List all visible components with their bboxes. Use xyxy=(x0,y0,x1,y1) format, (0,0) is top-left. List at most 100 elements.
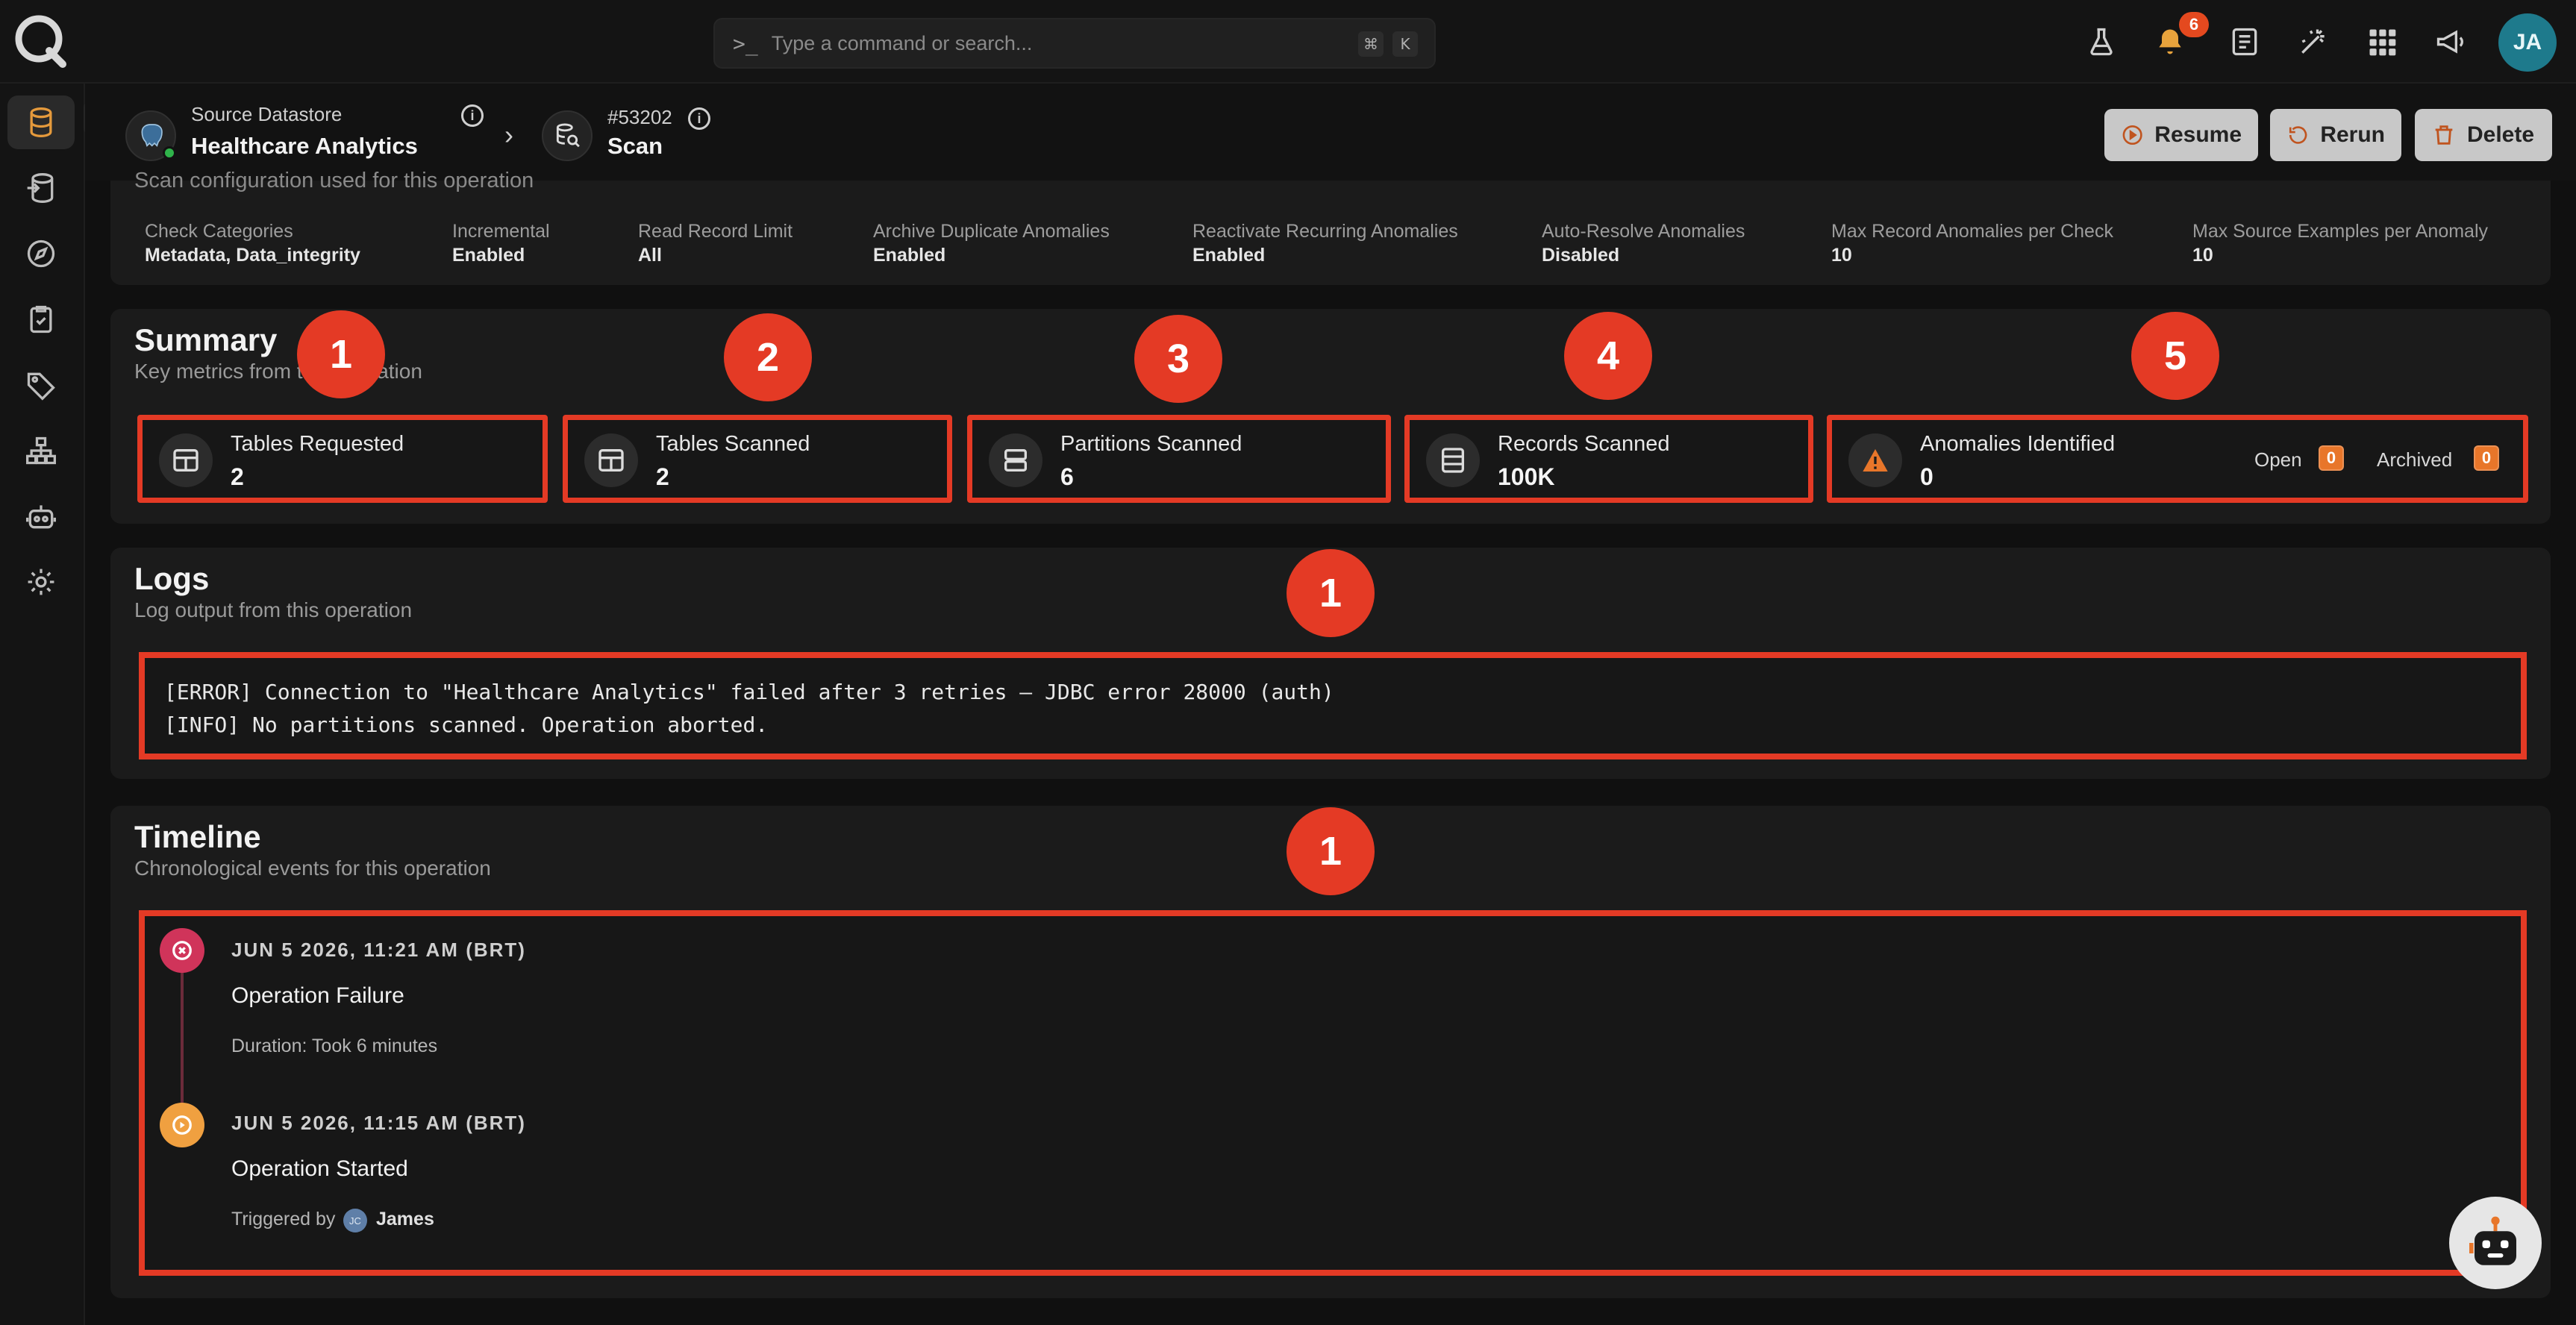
megaphone-icon[interactable] xyxy=(2434,25,2467,58)
sidebar-item-explore[interactable] xyxy=(7,227,75,281)
breadcrumb-chevron-icon: › xyxy=(504,119,513,150)
timeline-event-date: JUN 5 2026, 11:21 AM (BRT) xyxy=(231,939,526,961)
scan-config-panel: Scan configuration used for this operati… xyxy=(110,169,2551,285)
timeline-events xyxy=(139,910,2527,1276)
table-icon xyxy=(159,433,213,487)
flask-icon[interactable] xyxy=(2085,25,2118,58)
log-line: [INFO] No partitions scanned. Operation … xyxy=(164,712,769,737)
logs-title: Logs xyxy=(134,561,210,596)
assistant-bot-button[interactable] xyxy=(2449,1197,2542,1289)
app-logo-icon[interactable] xyxy=(10,10,70,70)
metric-tables-scanned: Tables Scanned 2 xyxy=(563,415,952,503)
rerun-button[interactable]: Rerun xyxy=(2270,109,2401,161)
sidebar xyxy=(0,84,85,1325)
metric-label: Records Scanned xyxy=(1498,432,1670,456)
timeline-event-title: Operation Failure xyxy=(231,983,404,1008)
document-icon[interactable] xyxy=(2228,25,2261,58)
scan-config-caption: Scan configuration used for this operati… xyxy=(134,169,534,192)
metric-value: 100K xyxy=(1498,463,1555,490)
compass-icon xyxy=(27,239,55,268)
annotation-marker: 1 xyxy=(297,310,385,398)
delete-button[interactable]: Delete xyxy=(2415,109,2552,161)
apps-grid-icon[interactable] xyxy=(2366,25,2398,58)
annotation-marker: 1 xyxy=(1287,807,1375,895)
metric-value: 6 xyxy=(1060,463,1074,490)
annotation-marker: 3 xyxy=(1134,315,1222,403)
user-avatar-small: JC xyxy=(343,1209,367,1232)
metric-label: Tables Requested xyxy=(231,432,404,456)
annotation-marker: 2 xyxy=(724,313,812,401)
operation-type: Scan xyxy=(607,133,663,159)
metric-value: 0 xyxy=(1920,463,1933,490)
scan-operation-icon xyxy=(542,110,593,161)
sidebar-item-hierarchy[interactable] xyxy=(7,424,75,477)
failure-icon xyxy=(160,928,204,973)
timeline-subtitle: Chronological events for this operation xyxy=(134,856,491,880)
user-avatar[interactable]: JA xyxy=(2498,13,2557,72)
datastore-name-link[interactable]: Healthcare Analytics xyxy=(191,133,418,160)
notification-badge: 6 xyxy=(2179,12,2209,37)
sidebar-item-settings[interactable] xyxy=(7,555,75,609)
sidebar-item-datastores[interactable] xyxy=(7,95,75,149)
log-output: [ERROR] Connection to "Healthcare Analyt… xyxy=(139,652,2527,759)
rerun-label: Rerun xyxy=(2320,122,2385,147)
config-label-auto-resolve: Auto-Resolve Anomalies xyxy=(1542,221,1745,242)
metric-tables-requested: Tables Requested 2 xyxy=(137,415,548,503)
datastore-label: Source Datastore xyxy=(191,103,343,125)
database-icon xyxy=(30,107,52,137)
sidebar-item-tags[interactable] xyxy=(7,358,75,412)
gear-icon xyxy=(28,568,54,595)
app-root: >_ Type a command or search... ⌘ K 6 JA xyxy=(0,0,2576,1325)
config-value-reactivate-recurring: Enabled xyxy=(1192,245,1266,266)
command-search[interactable]: >_ Type a command or search... ⌘ K xyxy=(713,18,1436,69)
triggered-by-user[interactable]: James xyxy=(376,1209,434,1230)
datastore-info-icon[interactable]: i xyxy=(461,104,484,127)
resume-icon xyxy=(2122,125,2142,145)
config-value-check-categories: Metadata, Data_integrity xyxy=(145,245,360,266)
config-value-auto-resolve: Disabled xyxy=(1542,245,1620,266)
robot-icon xyxy=(2469,1216,2516,1265)
logs-subtitle: Log output from this operation xyxy=(134,598,413,621)
sidebar-item-checks[interactable] xyxy=(7,292,75,346)
config-label-archive-duplicate: Archive Duplicate Anomalies xyxy=(873,221,1110,242)
open-anomalies-label: Open xyxy=(2254,448,2302,471)
annotation-marker: 5 xyxy=(2131,312,2219,400)
open-anomalies-count[interactable]: 0 xyxy=(2319,445,2344,471)
config-label-check-categories: Check Categories xyxy=(145,221,293,242)
magic-wand-icon[interactable] xyxy=(2297,25,2330,58)
operation-info-icon[interactable]: i xyxy=(688,107,710,130)
metric-partitions-scanned: Partitions Scanned 6 xyxy=(967,415,1391,503)
warning-triangle-icon xyxy=(1848,433,1902,487)
resume-button[interactable]: Resume xyxy=(2104,109,2258,161)
database-arrow-icon xyxy=(27,173,54,203)
metric-label: Partitions Scanned xyxy=(1060,432,1242,456)
top-bar: >_ Type a command or search... ⌘ K 6 JA xyxy=(0,0,2576,84)
shortcut-key-cmd: ⌘ xyxy=(1358,31,1384,57)
metric-label: Tables Scanned xyxy=(656,432,810,456)
sidebar-item-agents[interactable] xyxy=(7,489,75,543)
metric-records-scanned: Records Scanned 100K xyxy=(1404,415,1813,503)
database-search-icon xyxy=(556,123,580,148)
operation-id: #53202 xyxy=(607,106,672,128)
tag-icon xyxy=(27,372,55,401)
records-icon xyxy=(1426,433,1480,487)
archived-anomalies-count[interactable]: 0 xyxy=(2474,445,2499,471)
annotation-marker: 4 xyxy=(1564,312,1652,400)
metric-anomalies-identified: Anomalies Identified 0 Open 0 Archived 0 xyxy=(1827,415,2528,503)
config-value-incremental: Enabled xyxy=(452,245,525,266)
robot-icon xyxy=(26,505,56,529)
delete-label: Delete xyxy=(2467,122,2535,147)
shortcut-key-k: K xyxy=(1392,31,1418,57)
timeline-event-title: Operation Started xyxy=(231,1156,408,1181)
metric-label: Anomalies Identified xyxy=(1920,432,2116,456)
metric-value: 2 xyxy=(656,463,669,490)
summary-title: Summary xyxy=(134,322,278,357)
partitions-icon xyxy=(989,433,1042,487)
triggered-by-label: Triggered by xyxy=(231,1209,336,1230)
sidebar-item-enrichment[interactable] xyxy=(7,161,75,215)
timeline-title: Timeline xyxy=(134,819,261,854)
config-value-archive-duplicate: Enabled xyxy=(873,245,946,266)
config-label-incremental: Incremental xyxy=(452,221,550,242)
config-value-read-record-limit: All xyxy=(638,245,662,266)
timeline-event-date: JUN 5 2026, 11:15 AM (BRT) xyxy=(231,1112,526,1134)
